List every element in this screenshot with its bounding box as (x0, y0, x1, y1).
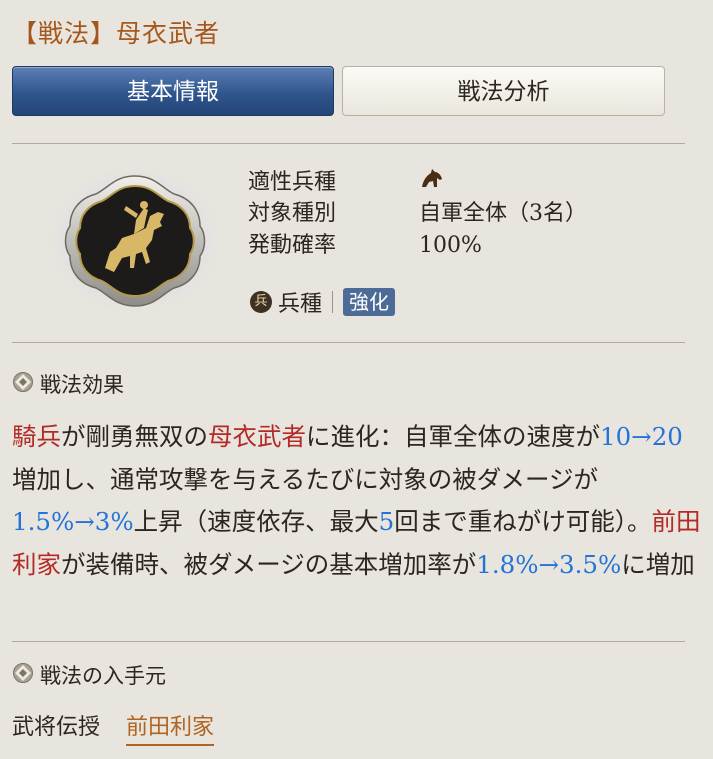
effect-text-segment: に増加 (621, 549, 695, 579)
effect-highlight-blue: 5 (378, 507, 395, 536)
effect-heading-text: 戦法効果 (40, 373, 124, 397)
target-label: 対象種別 (248, 201, 337, 226)
tab-basic-info[interactable]: 基本情報 (12, 66, 334, 116)
diamond-bullet-icon (12, 662, 34, 689)
target-value: 自軍全体（3名） (419, 201, 587, 226)
skill-tags: 兵 兵種 強化 (250, 286, 396, 318)
effect-text-segment: が剛勇無双の (61, 422, 208, 451)
troop-tag: 兵種 (278, 292, 323, 317)
effect-highlight-red: 騎兵 (12, 422, 61, 451)
effect-highlight-blue: 1.8%→3.5% (476, 549, 622, 579)
source-row: 武将伝授 前田利家 (12, 709, 215, 746)
divider (12, 342, 685, 343)
effect-text-segment: 上昇（速度依存、最大 (133, 507, 379, 536)
effect-text-segment: に進化：自軍全体の速度が (306, 422, 600, 451)
unit-type-label: 適性兵種 (248, 170, 337, 195)
effect-highlight-blue: 10→20 (600, 422, 683, 451)
skill-emblem (50, 168, 220, 313)
effect-highlight-blue: 1.5%→3% (12, 507, 134, 536)
effect-text-segment: が装備時、被ダメージの基本増加率が (61, 549, 477, 579)
effect-text-segment: 回まで重ねがけ可能）。 (394, 507, 652, 536)
tab-skill-analysis[interactable]: 戦法分析 (342, 66, 665, 116)
strengthen-badge: 強化 (343, 288, 396, 316)
divider (12, 143, 685, 144)
effect-description: 騎兵が剛勇無双の母衣武者に進化：自軍全体の速度が10→20増加し、通常攻撃を与え… (12, 416, 702, 586)
horse-icon (419, 166, 445, 200)
activation-rate-value: 100% (419, 233, 482, 258)
effect-heading: 戦法効果 (12, 369, 124, 399)
divider (12, 641, 685, 642)
source-heading: 戦法の入手元 (12, 660, 166, 690)
effect-text-segment: 増加し、通常攻撃を与えるたびに対象の被ダメージが (12, 464, 599, 494)
tab-bar: 基本情報 戦法分析 (12, 66, 665, 118)
general-name-link[interactable]: 前田利家 (126, 709, 215, 746)
diamond-bullet-icon (12, 371, 34, 398)
effect-highlight-red: 母衣武者 (208, 422, 306, 451)
activation-rate-label: 発動確率 (248, 233, 337, 258)
source-heading-text: 戦法の入手元 (40, 664, 166, 688)
tag-separator (332, 291, 334, 313)
skill-title: 【戦法】母衣武者 (12, 19, 221, 48)
troop-badge-icon: 兵 (250, 291, 272, 313)
skill-info-panel: 適性兵種 対象種別 自軍全体（3名） 発動確率 100% (248, 166, 587, 262)
source-label: 武将伝授 (12, 715, 101, 740)
